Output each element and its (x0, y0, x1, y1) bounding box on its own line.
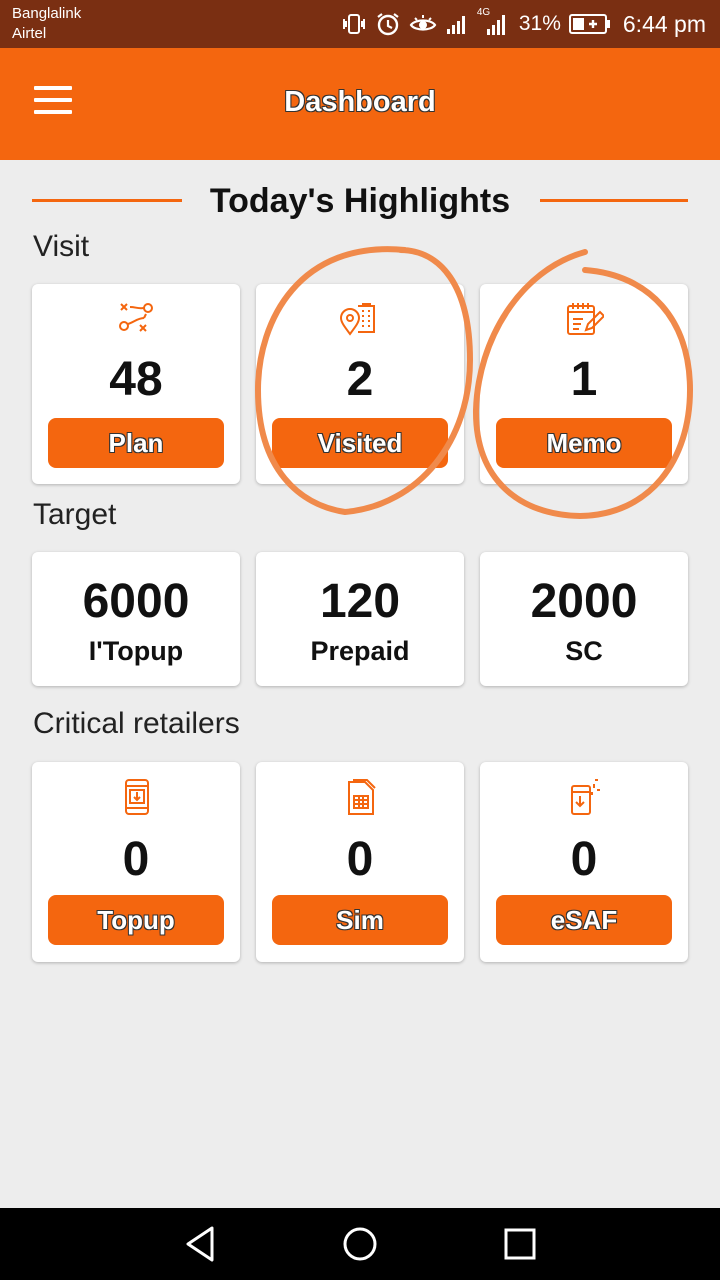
vibrate-icon (341, 12, 367, 36)
route-plan-icon (32, 300, 240, 338)
esaf-card[interactable]: 0 eSAF (480, 762, 688, 962)
target-caption-itopup: I'Topup (88, 636, 184, 666)
target-card-sc: 2000 SC (480, 552, 688, 686)
sim-card[interactable]: 0 Sim (256, 762, 464, 962)
plan-button[interactable]: Plan (48, 418, 224, 468)
section-label-target: Target (33, 498, 117, 531)
alarm-icon (375, 11, 401, 37)
carrier-1: Banglalink (12, 5, 82, 22)
visited-card[interactable]: 2 Visited (256, 284, 464, 484)
topup-count: 0 (122, 833, 150, 886)
visited-button[interactable]: Visited (272, 418, 448, 468)
signal-4g-icon: 4G (477, 7, 511, 37)
status-bar: Banglalink Airtel 4G 31% 6:44 pm (0, 0, 720, 48)
highlights-header: Today's Highlights (0, 178, 720, 228)
memo-card[interactable]: 1 Memo (480, 284, 688, 484)
navigation-bar (0, 1208, 720, 1280)
signal-icon (445, 12, 469, 36)
target-caption-sc: SC (565, 636, 603, 666)
target-value-itopup: 6000 (82, 575, 190, 628)
sim-count: 0 (346, 833, 374, 886)
app-bar: Dashboard (0, 48, 720, 160)
location-building-icon (256, 300, 464, 338)
plan-card[interactable]: 48 Plan (32, 284, 240, 484)
memo-notepad-icon (480, 300, 688, 338)
memo-button[interactable]: Memo (496, 418, 672, 468)
visited-count: 2 (346, 353, 374, 406)
target-caption-prepaid: Prepaid (310, 636, 410, 666)
section-label-visit: Visit (33, 230, 90, 263)
section-label-critical-retailers: Critical retailers (33, 707, 240, 740)
network-type-label: 4G (476, 7, 491, 18)
target-card-itopup: 6000 I'Topup (32, 552, 240, 686)
topup-card[interactable]: 0 Topup (32, 762, 240, 962)
home-icon[interactable] (338, 1222, 382, 1266)
plan-count: 48 (109, 353, 163, 406)
battery-charging-icon (568, 13, 611, 35)
battery-percent: 31% (518, 12, 561, 35)
esaf-count: 0 (570, 833, 598, 886)
esaf-device-icon (480, 778, 688, 816)
mobile-topup-icon (32, 778, 240, 816)
status-icons: 4G 31% 6:44 pm (341, 7, 706, 40)
sim-button[interactable]: Sim (272, 895, 448, 945)
divider-right (540, 199, 688, 202)
back-icon[interactable] (178, 1222, 222, 1266)
memo-count: 1 (570, 353, 598, 406)
carrier-info: Banglalink Airtel (12, 4, 81, 44)
sim-card-icon (256, 778, 464, 816)
esaf-button[interactable]: eSAF (496, 895, 672, 945)
recents-icon[interactable] (498, 1222, 542, 1266)
screen: Banglalink Airtel 4G 31% 6:44 pm Dashboa… (0, 0, 720, 1280)
clock: 6:44 pm (622, 10, 706, 37)
target-value-prepaid: 120 (319, 575, 401, 628)
carrier-2: Airtel (12, 25, 47, 42)
target-value-sc: 2000 (530, 575, 638, 628)
eye-comfort-icon (409, 12, 437, 36)
topup-button[interactable]: Topup (48, 895, 224, 945)
app-title: Dashboard (284, 86, 436, 118)
target-card-prepaid: 120 Prepaid (256, 552, 464, 686)
